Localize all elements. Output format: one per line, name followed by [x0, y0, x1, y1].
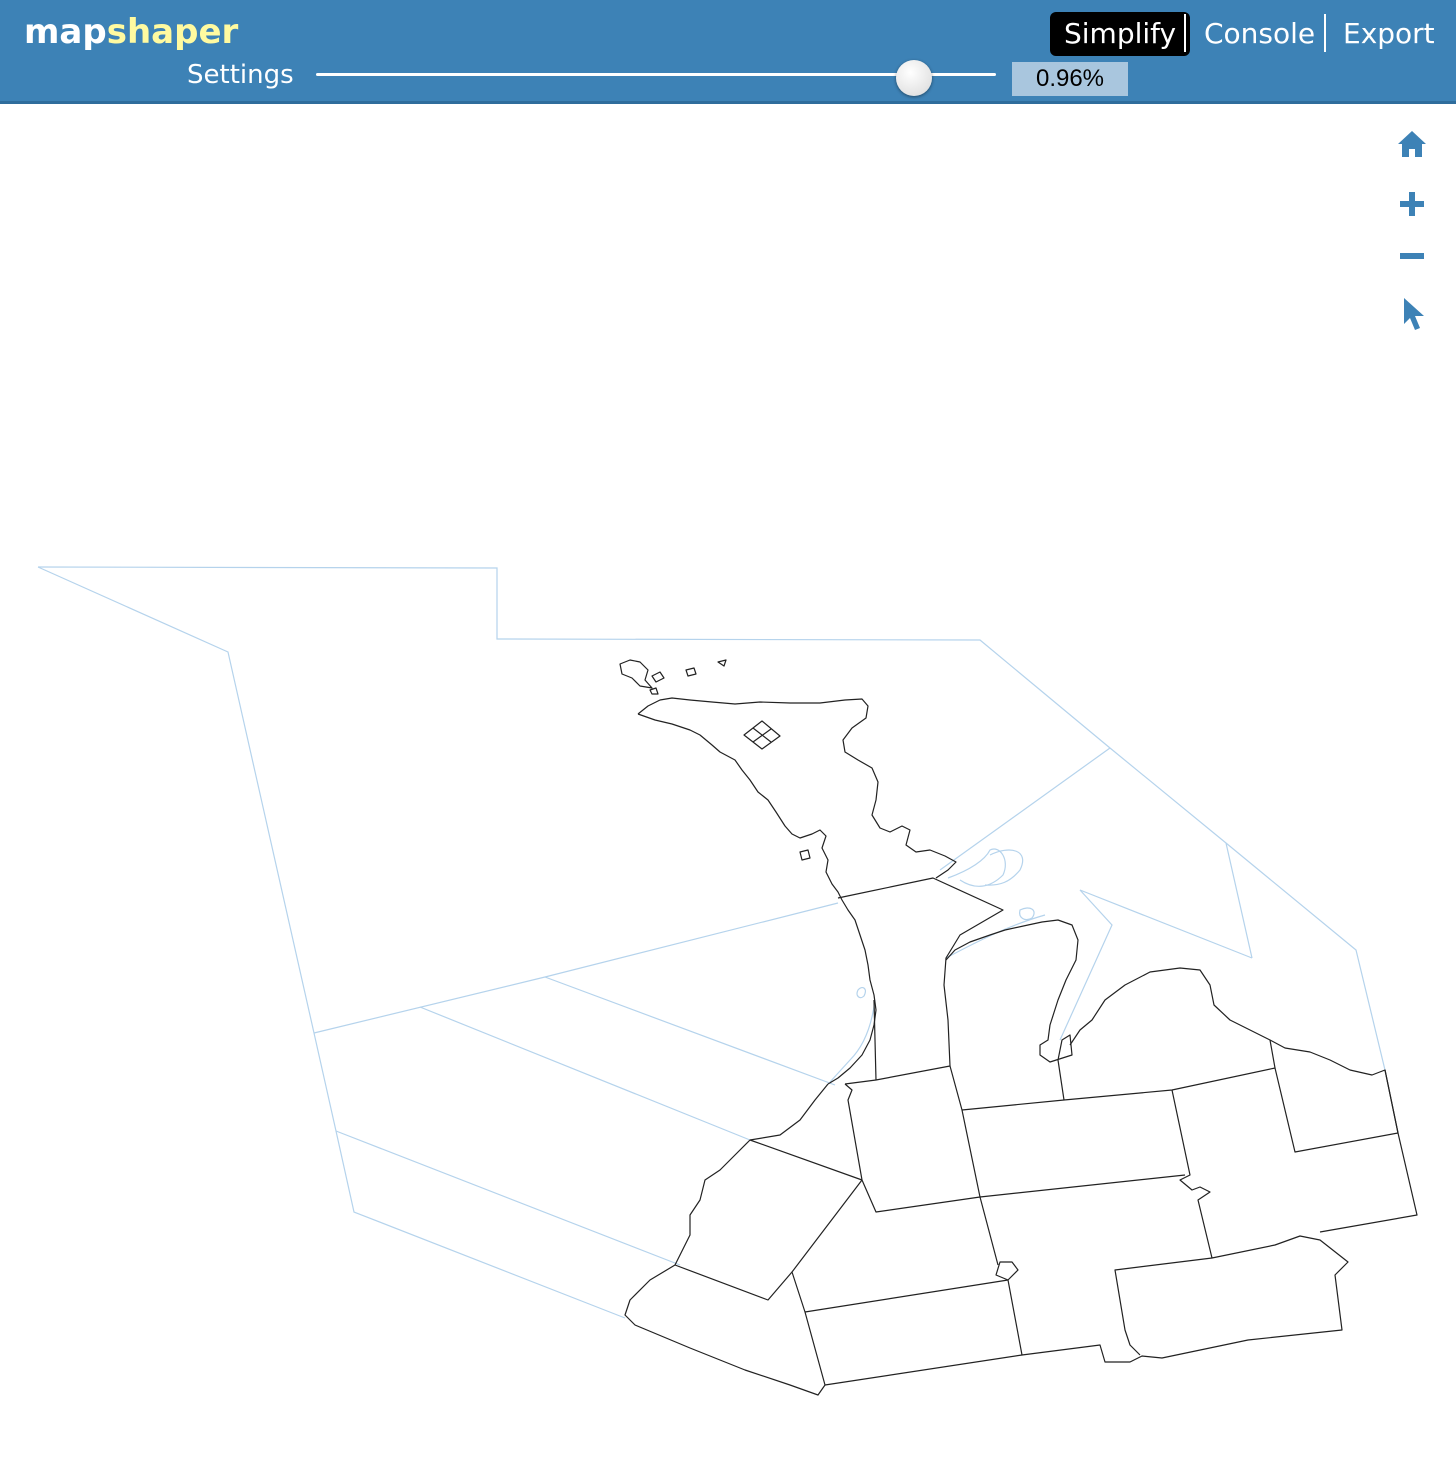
top-toolbar: mapshaper Simplify Console Export Settin… — [0, 0, 1456, 104]
reference-outline — [1019, 907, 1035, 921]
reference-outline — [1225, 842, 1253, 959]
logo-map: map — [24, 12, 107, 52]
county-boundary — [791, 1179, 1009, 1313]
reference-outline — [313, 902, 839, 1034]
active-layer — [619, 659, 1418, 1396]
island — [651, 671, 665, 683]
coastline — [637, 713, 877, 1085]
reference-layer — [37, 566, 1386, 1319]
simplify-percent-input[interactable]: 0.96% — [1012, 62, 1128, 96]
menu-divider — [1184, 14, 1186, 52]
simplify-slider-track[interactable] — [316, 73, 996, 76]
reference-outline — [419, 1006, 751, 1141]
survey-grid — [743, 720, 781, 750]
export-button[interactable]: Export — [1329, 12, 1449, 56]
island — [799, 849, 811, 861]
reference-outline — [939, 747, 1111, 871]
reference-outline — [947, 848, 1006, 887]
county-boundary — [979, 1174, 1186, 1198]
reference-outline — [37, 566, 1386, 1071]
reference-outline — [829, 999, 876, 1083]
menu-divider — [1324, 14, 1326, 52]
island — [685, 667, 697, 677]
county-boundary — [824, 1354, 1023, 1386]
county-boundary — [1114, 1257, 1213, 1356]
county-boundary — [979, 1196, 999, 1266]
island — [619, 659, 653, 689]
reference-outline — [945, 914, 1046, 959]
county-boundary — [995, 1089, 1349, 1363]
app-logo: mapshaper — [24, 12, 238, 52]
island — [717, 659, 727, 667]
reference-outline — [856, 986, 866, 999]
logo-shaper: shaper — [106, 12, 239, 52]
console-button[interactable]: Console — [1190, 12, 1329, 56]
settings-button[interactable]: Settings — [187, 60, 294, 90]
county-boundary — [844, 1065, 981, 1213]
island — [649, 687, 659, 695]
simplify-slider-handle[interactable] — [896, 60, 933, 96]
coastline — [637, 697, 957, 879]
county-boundary — [749, 1139, 863, 1181]
simplify-button[interactable]: Simplify — [1050, 12, 1191, 56]
county-boundary — [945, 919, 1079, 1101]
county-boundary — [1274, 1067, 1399, 1153]
county-boundary — [961, 967, 1276, 1111]
map-canvas[interactable] — [0, 104, 1456, 1460]
county-boundary — [674, 1264, 793, 1301]
reference-outline — [984, 849, 1024, 886]
reference-outline — [335, 1130, 681, 1266]
reference-outline — [1079, 889, 1253, 959]
reference-outline — [544, 976, 836, 1086]
reference-outline — [1059, 889, 1113, 1041]
county-boundary — [1269, 1039, 1418, 1233]
reference-outline — [37, 566, 626, 1319]
